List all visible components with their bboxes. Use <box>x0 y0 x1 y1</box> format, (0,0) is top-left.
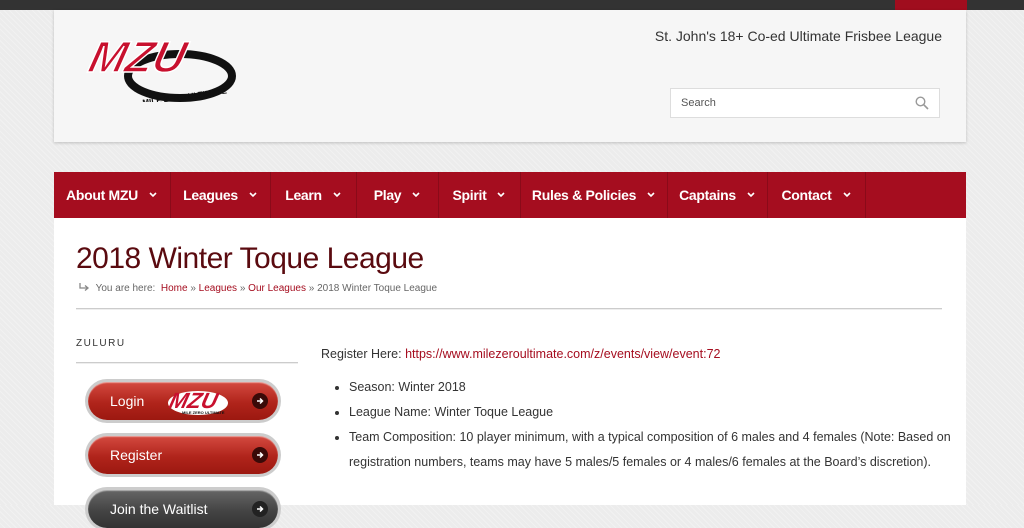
login-button[interactable]: Login MZU MILE ZERO ULTIMATE <box>88 382 278 420</box>
top-bar <box>0 0 1024 10</box>
content-area: 2018 Winter Toque League You are here: H… <box>54 218 966 528</box>
main-nav: About MZU Leagues Learn Play Spirit Rule… <box>54 172 966 218</box>
search-icon[interactable] <box>915 96 929 110</box>
nav-label: Contact <box>781 187 832 203</box>
chevron-down-icon <box>842 192 851 198</box>
join-waitlist-button[interactable]: Join the Waitlist <box>88 490 278 528</box>
sidebar-title: ZULURU <box>76 338 126 349</box>
list-item: Team Composition: 10 player minimum, wit… <box>349 425 961 475</box>
nav-label: Spirit <box>452 187 487 203</box>
arrow-right-icon <box>252 447 268 463</box>
sidebar-divider <box>76 362 298 364</box>
search-input[interactable] <box>671 89 921 117</box>
register-line: Register Here: https://www.milezeroultim… <box>321 342 961 367</box>
list-item: League Name: Winter Toque League <box>349 400 961 425</box>
chevron-down-icon <box>647 192 655 198</box>
nav-item-about[interactable]: About MZU <box>54 172 171 218</box>
nav-item-leagues[interactable]: Leagues <box>171 172 271 218</box>
join-waitlist-button-label: Join the Waitlist <box>110 501 208 517</box>
register-prefix: Register Here: <box>321 347 402 361</box>
breadcrumb: You are here: Home » Leagues » Our Leagu… <box>78 282 437 294</box>
nav-item-captains[interactable]: Captains <box>668 172 768 218</box>
breadcrumb-arrow-icon <box>79 283 90 291</box>
breadcrumb-prefix: You are here: <box>95 283 156 294</box>
site-header: MZU MILE ZERO ULTIMATE St. John's 18+ Co… <box>54 10 966 142</box>
nav-label: About MZU <box>66 187 138 203</box>
arrow-right-icon <box>252 501 268 517</box>
breadcrumb-our-leagues-link[interactable]: Our Leagues <box>248 283 306 294</box>
list-item: Season: Winter 2018 <box>349 375 961 400</box>
register-button[interactable]: Register <box>88 436 278 474</box>
logo-text: MZU <box>84 34 193 82</box>
chevron-down-icon <box>497 192 506 198</box>
chevron-down-icon <box>149 192 157 198</box>
nav-label: Captains <box>679 187 736 203</box>
title-divider <box>76 308 942 310</box>
chevron-down-icon <box>747 192 755 198</box>
nav-item-spirit[interactable]: Spirit <box>439 172 521 218</box>
breadcrumb-leagues-link[interactable]: Leagues <box>199 283 237 294</box>
nav-label: Learn <box>285 187 322 203</box>
league-details-list: Season: Winter 2018 League Name: Winter … <box>321 375 961 475</box>
chevron-down-icon <box>412 192 420 198</box>
login-button-label: Login <box>110 393 145 409</box>
main-content: Register Here: https://www.milezeroultim… <box>321 342 961 475</box>
arrow-right-icon <box>252 393 268 409</box>
nav-label: Rules & Policies <box>531 187 637 203</box>
chevron-down-icon <box>333 192 341 198</box>
register-link[interactable]: https://www.milezeroultimate.com/z/event… <box>405 347 720 361</box>
nav-item-contact[interactable]: Contact <box>768 172 866 218</box>
nav-label: Leagues <box>183 187 238 203</box>
breadcrumb-separator: » <box>190 283 196 294</box>
mzu-logo[interactable]: MZU MILE ZERO ULTIMATE <box>80 26 236 102</box>
site-tagline: St. John's 18+ Co-ed Ultimate Frisbee Le… <box>654 28 942 44</box>
nav-item-play[interactable]: Play <box>357 172 439 218</box>
top-bar-accent <box>895 0 967 10</box>
mzu-logo-small: MZU MILE ZERO ULTIMATE <box>167 388 228 415</box>
nav-item-rules-policies[interactable]: Rules & Policies <box>521 172 668 218</box>
chevron-down-icon <box>249 192 257 198</box>
breadcrumb-separator: » <box>308 283 315 294</box>
breadcrumb-separator: » <box>239 283 246 294</box>
nav-item-learn[interactable]: Learn <box>271 172 357 218</box>
register-button-label: Register <box>110 447 163 463</box>
nav-label: Play <box>373 187 402 203</box>
breadcrumb-current: 2018 Winter Toque League <box>317 283 438 294</box>
page-title: 2018 Winter Toque League <box>76 242 424 275</box>
search-box[interactable] <box>670 88 940 118</box>
logo-small-subtext: MILE ZERO ULTIMATE <box>182 410 225 415</box>
breadcrumb-home-link[interactable]: Home <box>161 283 188 294</box>
